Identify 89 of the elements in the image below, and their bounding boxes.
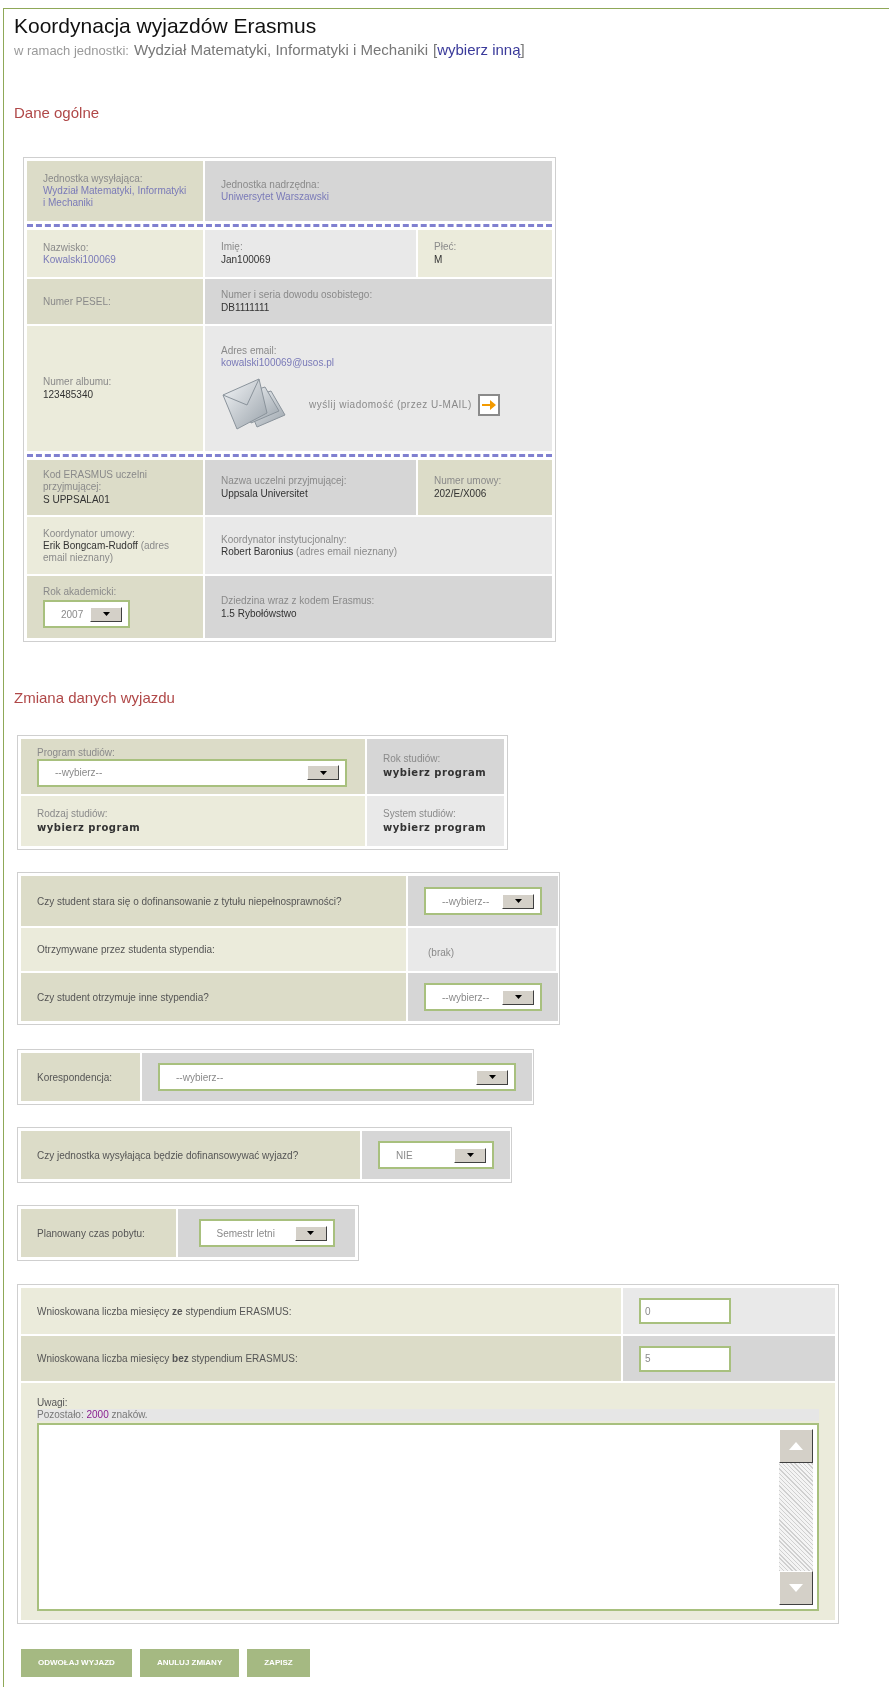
send-button[interactable] [477, 393, 500, 416]
question-text: Czy jednostka wysyłająca będzie dofinansowywać wyjazd? [37, 1148, 299, 1163]
action-button[interactable]: ANULUJ ZMIANY [139, 1649, 240, 1677]
field-label: Jednostka wysyłająca: [43, 173, 144, 185]
field-label: Rok akademicki: [43, 586, 118, 598]
field-label: Rok studiów: [383, 753, 442, 765]
character-counter: Pozostało: 2000 znaków. [37, 1409, 819, 1421]
select-field[interactable]: 2007 [43, 600, 130, 628]
question-text: Wnioskowana liczba miesięcy ze stypendium ERASMUS: [37, 1304, 292, 1319]
field-value: 1.5 Rybołówstwo [221, 606, 298, 620]
section-title: Dane ogólne [14, 103, 101, 123]
field-value: wybierz program [383, 766, 488, 780]
field-value: DB1111111 [221, 301, 271, 314]
dropdown-button[interactable] [476, 1069, 508, 1085]
dropdown-button[interactable] [90, 606, 122, 622]
up-arrow-icon [789, 1442, 803, 1450]
select-field[interactable]: --wybierz-- [424, 887, 542, 915]
field-label: System studiów: [383, 807, 457, 820]
select-field[interactable]: Semestr letni [198, 1219, 335, 1247]
field-value: S UPPSALA01 [43, 493, 111, 506]
dropdown-button[interactable] [454, 1147, 486, 1163]
question-text: Korespondencja: [37, 1070, 113, 1085]
number-field[interactable]: 5 [639, 1345, 731, 1372]
scrollbar[interactable] [779, 1429, 813, 1605]
field-link[interactable]: Kowalski100069 [43, 253, 187, 266]
scroll-up-button[interactable] [779, 1429, 813, 1463]
field-label: Koordynator umowy: [43, 527, 136, 540]
section-title: Zmiana danych wyjazdu [14, 688, 176, 708]
change-unit-link[interactable]: wybierz inną [437, 41, 521, 59]
bracket: ] [520, 41, 525, 59]
question-text: Czy student otrzymuje inne stypendia? [37, 990, 209, 1005]
field-value: 123485340 [43, 388, 95, 401]
question-text: Wnioskowana liczba miesięcy bez stypendium ERASMUS: [37, 1352, 298, 1366]
dropdown-button[interactable] [307, 765, 339, 780]
select-field[interactable]: NIE [378, 1141, 494, 1169]
number-field[interactable]: 0 [639, 1298, 731, 1324]
field-value: M [434, 253, 444, 266]
down-arrow-icon [789, 1584, 803, 1592]
field-value: 202/E/X006 [434, 487, 488, 500]
caret-icon [102, 612, 110, 616]
empty-value: (brak) [428, 946, 455, 960]
bracket: [ [433, 41, 438, 59]
caret-icon [514, 899, 522, 903]
scroll-down-button[interactable] [779, 1571, 813, 1605]
unit-name: Wydział Matematyki, Informatyki i Mechaniki [133, 41, 428, 59]
field-label: Koordynator instytucjonalny: [221, 533, 348, 546]
caret-icon [514, 995, 522, 999]
field-value: wybierz program [37, 820, 142, 835]
field-label: Imię: [221, 241, 244, 253]
remarks-label: Uwagi: [37, 1397, 69, 1409]
action-button[interactable]: ZAPISZ [247, 1649, 310, 1677]
field-value: Uppsala Universitet [221, 487, 309, 500]
caret-icon [307, 1231, 314, 1235]
caret-icon [319, 770, 327, 775]
unit-label: w ramach jednostki: [14, 42, 129, 60]
field-label: Kod ERASMUS uczelni przyjmującej: [43, 469, 148, 493]
field-label: Numer PESEL: [43, 295, 112, 308]
field-label: Rodzaj studiów: [37, 807, 109, 820]
question-text: Otrzymywane przez studenta stypendia: [37, 943, 215, 957]
field-label: Adres email: [221, 344, 278, 357]
caret-icon [488, 1075, 496, 1079]
field-label: Numer albumu: [43, 376, 113, 388]
field-value: Erik Bongcam-Rudoff (adres email nieznany) [43, 539, 170, 564]
field-value: Jan100069 [221, 253, 272, 266]
select-field[interactable]: --wybierz-- [424, 983, 542, 1011]
question-text: Planowany czas pobytu: [37, 1226, 145, 1241]
field-label: Numer umowy: [434, 475, 503, 487]
field-label: Program studiów: [37, 746, 116, 759]
field-label: Płeć: [434, 241, 458, 253]
page-title: Koordynacja wyjazdów Erasmus [14, 13, 318, 39]
field-label: Nazwisko: [43, 241, 90, 254]
field-label: Dziedzina wraz z kodem Erasmus: [221, 594, 376, 607]
field-value: wybierz program [383, 820, 488, 835]
action-button[interactable]: ODWOŁAJ WYJAZD [21, 1649, 132, 1677]
field-label: Nazwa uczelni przyjmującej: [221, 475, 348, 487]
question-text: Czy student stara się o dofinansowanie z tytułu niepełnosprawności? [37, 894, 342, 909]
field-link[interactable]: Wydział Matematyki, Informatyki i Mechaniki [43, 185, 187, 209]
send-message-link[interactable]: wyślij wiadomość (przez U-MAIL) [309, 397, 472, 412]
select-field[interactable]: --wybierz-- [158, 1063, 516, 1091]
dropdown-button[interactable] [502, 893, 534, 909]
field-value: Robert Baronius (adres email nieznany) [221, 545, 399, 558]
field-link[interactable]: Uniwersytet Warszawski [221, 191, 536, 203]
select-field[interactable]: --wybierz-- [37, 758, 347, 787]
email-link[interactable]: kowalski100069@usos.pl [221, 356, 334, 369]
field-label: Jednostka nadrzędna: [221, 179, 321, 191]
dropdown-button[interactable] [502, 989, 534, 1005]
arrow-right-icon [481, 398, 496, 411]
caret-icon [466, 1153, 474, 1157]
dropdown-button[interactable] [294, 1225, 327, 1241]
